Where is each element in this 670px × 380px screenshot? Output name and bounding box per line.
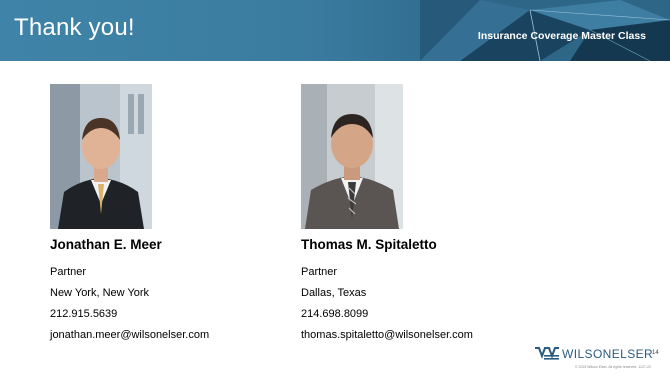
copyright-text: © 2023 Wilson Elser. All rights reserved…	[575, 365, 651, 369]
person-name: Thomas M. Spitaletto	[301, 237, 437, 252]
person-email[interactable]: thomas.spitaletto@wilsonelser.com	[301, 328, 541, 349]
person-location: Dallas, Texas	[301, 287, 367, 299]
person-card-thomas-spitaletto: Thomas M. Spitaletto Partner Dallas, Tex…	[301, 237, 541, 349]
person-location: New York, New York	[50, 287, 150, 299]
photo-thomas-spitaletto	[301, 84, 403, 229]
person-name: Jonathan E. Meer	[50, 237, 162, 252]
photo-jonathan-meer	[50, 84, 152, 229]
page-number: 14	[652, 350, 659, 356]
person-phone: 214.698.8099	[301, 308, 369, 320]
person-email[interactable]: jonathan.meer@wilsonelser.com	[50, 328, 290, 349]
wilson-elser-logo-icon	[535, 347, 559, 360]
person-role: Partner	[50, 266, 87, 278]
slide: Thank you! Insurance Coverage Master Cla…	[0, 0, 670, 380]
slide-title: Thank you!	[14, 14, 135, 41]
course-title: Insurance Coverage Master Class	[477, 30, 646, 42]
person-card-jonathan-meer: Jonathan E. Meer Partner New York, New Y…	[50, 237, 290, 349]
logo-text: WILSONELSER	[562, 347, 654, 361]
person-phone: 212.915.5639	[50, 308, 118, 320]
person-role: Partner	[301, 266, 338, 278]
header-bar: Thank you! Insurance Coverage Master Cla…	[0, 0, 670, 61]
